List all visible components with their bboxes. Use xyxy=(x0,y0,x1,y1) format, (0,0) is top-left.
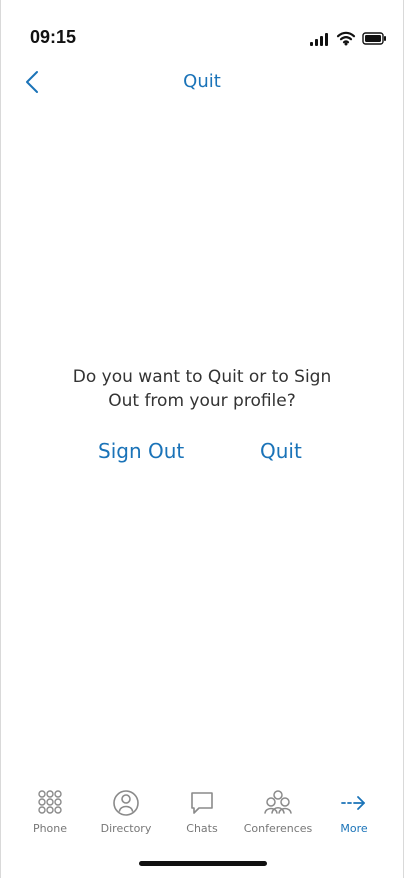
chat-bubble-icon xyxy=(191,792,213,814)
cellular-signal-icon xyxy=(310,32,330,46)
conferences-group-icon xyxy=(264,790,292,814)
tab-label: Directory xyxy=(100,822,152,835)
navigation-bar: Quit xyxy=(1,60,403,104)
battery-icon xyxy=(362,32,386,45)
tab-more[interactable]: More xyxy=(319,786,389,848)
tab-chats[interactable]: Chats xyxy=(167,786,237,848)
tab-directory[interactable]: Directory xyxy=(91,786,161,848)
status-time: 09:15 xyxy=(30,27,77,47)
dialog-actions: Sign Out Quit xyxy=(1,439,403,479)
sign-out-button[interactable]: Sign Out xyxy=(98,439,184,463)
tab-label: Phone xyxy=(32,822,68,835)
status-bar: 09:15 xyxy=(1,24,403,52)
phone-keypad-icon xyxy=(38,790,62,814)
tab-phone[interactable]: Phone xyxy=(15,786,85,848)
tab-conferences[interactable]: Conferences xyxy=(243,786,313,848)
status-icons xyxy=(310,31,387,46)
quit-button[interactable]: Quit xyxy=(260,439,302,463)
home-indicator[interactable] xyxy=(139,861,267,866)
quit-message: Do you want to Quit or to Sign Out from … xyxy=(72,367,332,411)
bottom-tab-bar: Phone Directory Chats Conferences More xyxy=(1,786,403,848)
phone-screen: 09:15 Quit Do you want to Quit or to Sig… xyxy=(0,0,404,878)
directory-person-icon xyxy=(113,790,139,816)
tab-label: Conferences xyxy=(243,822,313,835)
page-title: Quit xyxy=(183,71,221,92)
tab-label: Chats xyxy=(186,822,218,835)
wifi-icon xyxy=(336,31,356,46)
quit-dialog: Do you want to Quit or to Sign Out from … xyxy=(1,365,403,479)
more-arrow-icon xyxy=(341,796,365,810)
tab-label: More xyxy=(340,822,368,835)
